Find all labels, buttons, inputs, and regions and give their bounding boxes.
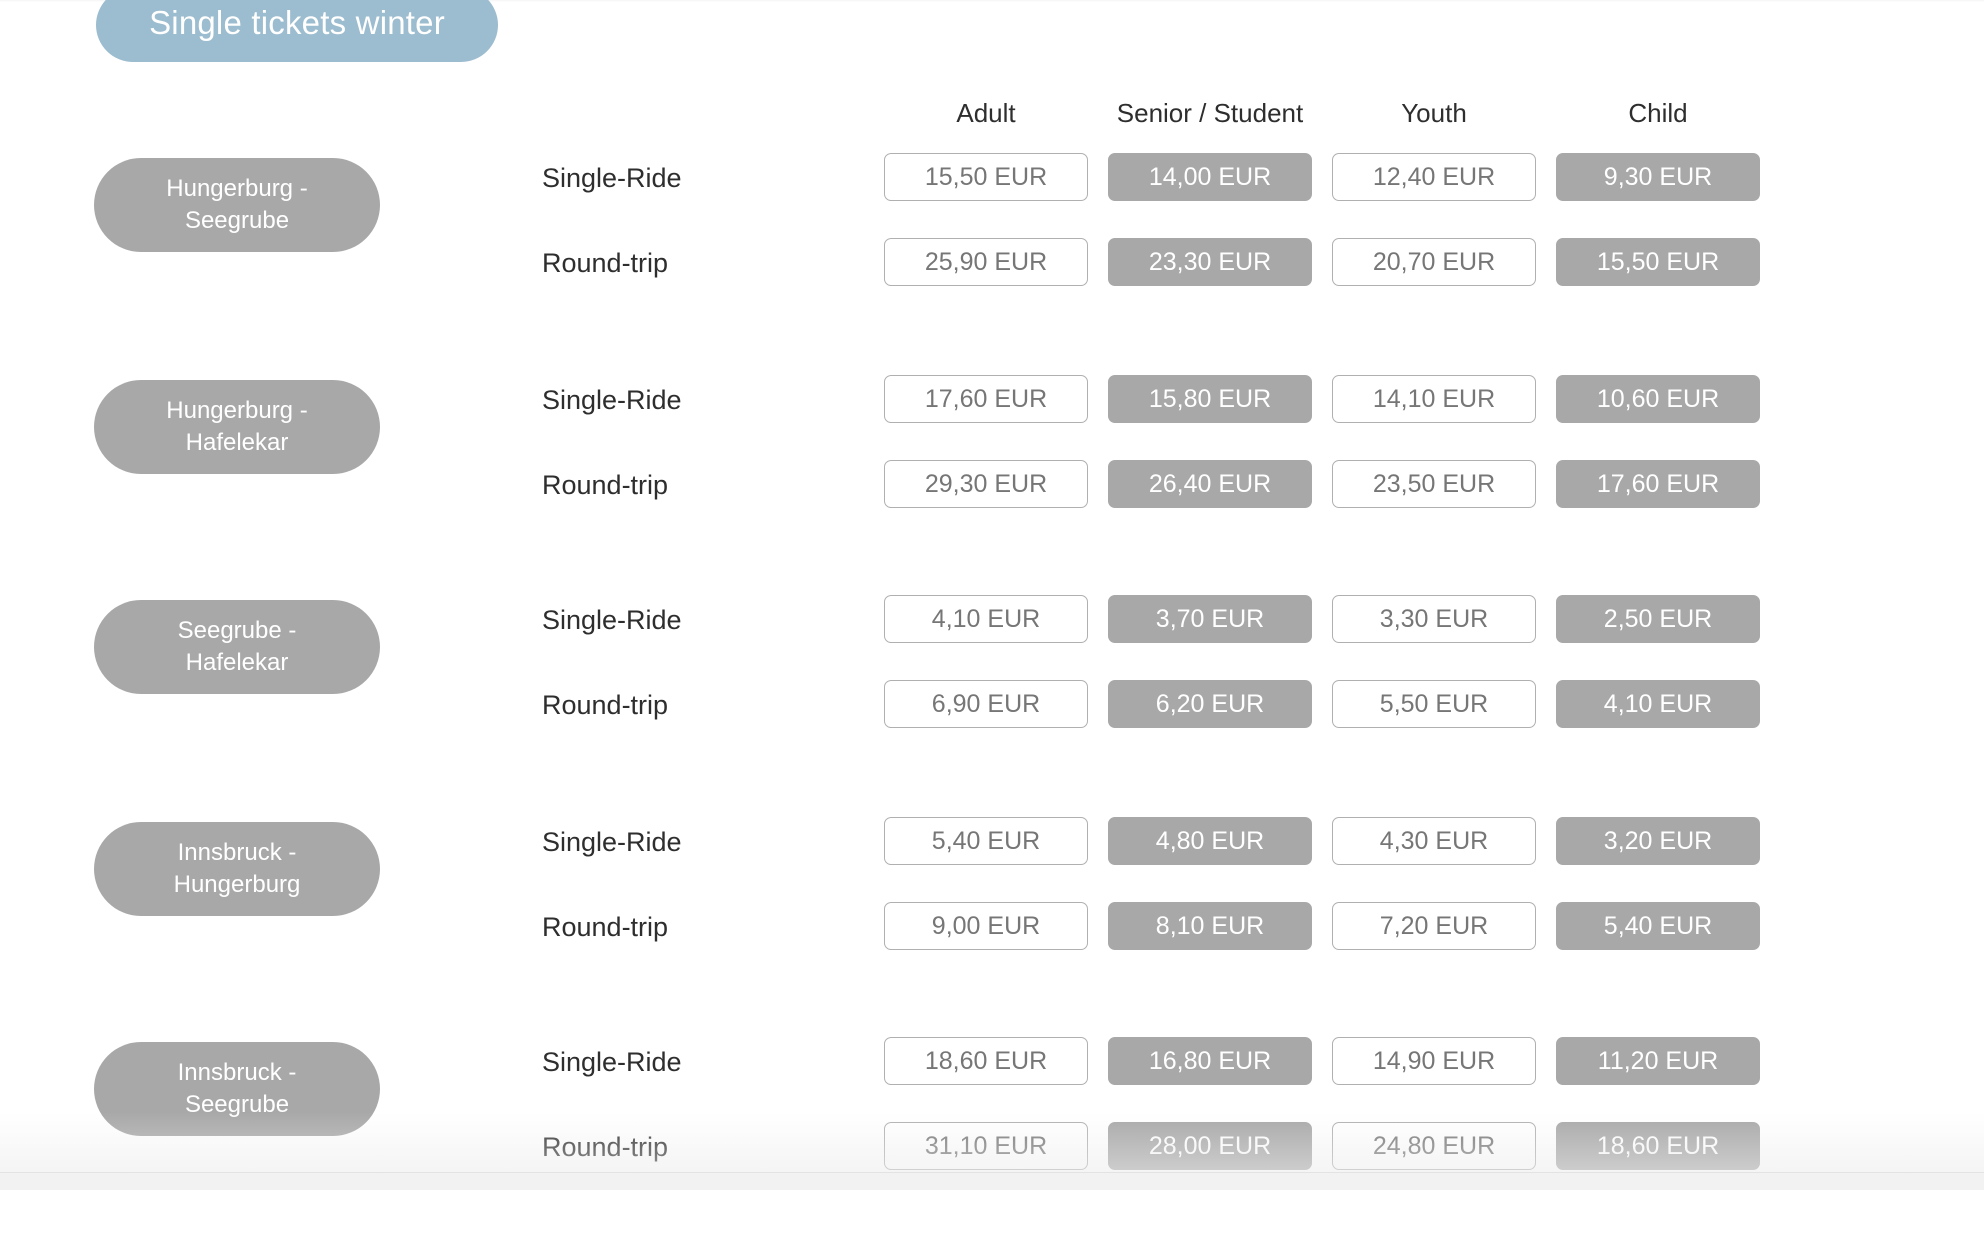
price-table-page: Single tickets winter Adult Senior / Stu…	[0, 0, 1984, 1190]
route-pill[interactable]: Seegrube - Hafelekar	[94, 600, 380, 694]
route-group: Seegrube - Hafelekar Single-Ride Round-t…	[0, 582, 1984, 802]
route-label-line1: Hungerburg -	[166, 397, 308, 424]
ticket-type-label: Single-Ride	[542, 1047, 682, 1077]
price-cell-adult[interactable]: 18,60 EUR	[884, 1037, 1088, 1085]
price-cell-child[interactable]: 9,30 EUR	[1556, 153, 1760, 201]
price-cell-adult[interactable]: 4,10 EUR	[884, 595, 1088, 643]
route-label-line1: Hungerburg -	[166, 175, 308, 202]
price-cell-senior-student[interactable]: 6,20 EUR	[1108, 680, 1312, 728]
price-cell-adult[interactable]: 15,50 EUR	[884, 153, 1088, 201]
price-cell-child[interactable]: 18,60 EUR	[1556, 1122, 1760, 1170]
route-group: Hungerburg - Seegrube Single-Ride Round-…	[0, 140, 1984, 360]
price-row: 6,90 EUR 6,20 EUR 5,50 EUR 4,10 EUR	[884, 680, 1784, 728]
route-label-line1: Seegrube -	[177, 617, 297, 644]
price-row: 4,10 EUR 3,70 EUR 3,30 EUR 2,50 EUR	[884, 595, 1784, 643]
route-group: Innsbruck - Seegrube Single-Ride Round-t…	[0, 1024, 1984, 1244]
price-cell-adult[interactable]: 29,30 EUR	[884, 460, 1088, 508]
column-header-youth: Youth	[1401, 98, 1467, 128]
column-header-row: Adult Senior / Student Youth Child	[884, 98, 1784, 132]
route-label-line1: Innsbruck -	[177, 839, 297, 866]
price-cell-senior-student[interactable]: 14,00 EUR	[1108, 153, 1312, 201]
price-cell-youth[interactable]: 5,50 EUR	[1332, 680, 1536, 728]
ticket-type-label: Round-trip	[542, 470, 669, 500]
route-group: Innsbruck - Hungerburg Single-Ride Round…	[0, 804, 1984, 1024]
price-cell-youth[interactable]: 3,30 EUR	[1332, 595, 1536, 643]
ticket-type-label: Single-Ride	[542, 385, 682, 415]
price-cell-youth[interactable]: 14,10 EUR	[1332, 375, 1536, 423]
price-cell-adult[interactable]: 9,00 EUR	[884, 902, 1088, 950]
route-pill[interactable]: Hungerburg - Hafelekar	[94, 380, 380, 474]
bottom-edge-band	[0, 1172, 1984, 1190]
price-row: 29,30 EUR 26,40 EUR 23,50 EUR 17,60 EUR	[884, 460, 1784, 508]
route-pill[interactable]: Innsbruck - Seegrube	[94, 1042, 380, 1136]
price-cell-youth[interactable]: 7,20 EUR	[1332, 902, 1536, 950]
column-header-adult: Adult	[956, 98, 1016, 128]
price-cell-senior-student[interactable]: 8,10 EUR	[1108, 902, 1312, 950]
price-cell-youth[interactable]: 20,70 EUR	[1332, 238, 1536, 286]
price-cell-adult[interactable]: 17,60 EUR	[884, 375, 1088, 423]
price-cell-senior-student[interactable]: 28,00 EUR	[1108, 1122, 1312, 1170]
price-cell-adult[interactable]: 31,10 EUR	[884, 1122, 1088, 1170]
price-cell-child[interactable]: 5,40 EUR	[1556, 902, 1760, 950]
price-cell-senior-student[interactable]: 3,70 EUR	[1108, 595, 1312, 643]
route-group: Hungerburg - Hafelekar Single-Ride Round…	[0, 362, 1984, 582]
route-pill[interactable]: Innsbruck - Hungerburg	[94, 822, 380, 916]
price-cell-child[interactable]: 2,50 EUR	[1556, 595, 1760, 643]
price-row: 17,60 EUR 15,80 EUR 14,10 EUR 10,60 EUR	[884, 375, 1784, 423]
route-label-line1: Innsbruck -	[177, 1059, 297, 1086]
column-header-child: Child	[1628, 98, 1688, 128]
price-cell-child[interactable]: 4,10 EUR	[1556, 680, 1760, 728]
price-cell-child[interactable]: 10,60 EUR	[1556, 375, 1760, 423]
route-label-line2: Seegrube	[184, 1091, 290, 1118]
ticket-type-label: Round-trip	[542, 690, 669, 720]
price-cell-child[interactable]: 17,60 EUR	[1556, 460, 1760, 508]
price-cell-child[interactable]: 3,20 EUR	[1556, 817, 1760, 865]
price-cell-youth[interactable]: 4,30 EUR	[1332, 817, 1536, 865]
price-cell-senior-student[interactable]: 4,80 EUR	[1108, 817, 1312, 865]
route-label-line2: Hafelekar	[185, 649, 289, 676]
price-cell-youth[interactable]: 14,90 EUR	[1332, 1037, 1536, 1085]
price-row: 25,90 EUR 23,30 EUR 20,70 EUR 15,50 EUR	[884, 238, 1784, 286]
price-cell-child[interactable]: 15,50 EUR	[1556, 238, 1760, 286]
ticket-type-label: Single-Ride	[542, 163, 682, 193]
price-cell-adult[interactable]: 25,90 EUR	[884, 238, 1088, 286]
price-cell-senior-student[interactable]: 26,40 EUR	[1108, 460, 1312, 508]
price-cell-youth[interactable]: 23,50 EUR	[1332, 460, 1536, 508]
price-cell-senior-student[interactable]: 16,80 EUR	[1108, 1037, 1312, 1085]
price-row: 9,00 EUR 8,10 EUR 7,20 EUR 5,40 EUR	[884, 902, 1784, 950]
ticket-type-label: Round-trip	[542, 248, 669, 278]
price-cell-youth[interactable]: 24,80 EUR	[1332, 1122, 1536, 1170]
ticket-type-label: Round-trip	[542, 1132, 669, 1162]
price-cell-adult[interactable]: 6,90 EUR	[884, 680, 1088, 728]
page-title: Single tickets winter	[149, 4, 445, 41]
route-label-line2: Hungerburg	[173, 871, 301, 898]
route-label-line2: Hafelekar	[185, 429, 289, 456]
price-cell-adult[interactable]: 5,40 EUR	[884, 817, 1088, 865]
page-title-badge: Single tickets winter	[96, 0, 498, 62]
route-pill[interactable]: Hungerburg - Seegrube	[94, 158, 380, 252]
route-label-line2: Seegrube	[184, 207, 290, 234]
price-row: 18,60 EUR 16,80 EUR 14,90 EUR 11,20 EUR	[884, 1037, 1784, 1085]
price-cell-child[interactable]: 11,20 EUR	[1556, 1037, 1760, 1085]
ticket-type-label: Single-Ride	[542, 827, 682, 857]
price-cell-senior-student[interactable]: 23,30 EUR	[1108, 238, 1312, 286]
ticket-type-label: Round-trip	[542, 912, 669, 942]
price-row: 31,10 EUR 28,00 EUR 24,80 EUR 18,60 EUR	[884, 1122, 1784, 1170]
price-cell-youth[interactable]: 12,40 EUR	[1332, 153, 1536, 201]
price-row: 5,40 EUR 4,80 EUR 4,30 EUR 3,20 EUR	[884, 817, 1784, 865]
ticket-type-label: Single-Ride	[542, 605, 682, 635]
price-cell-senior-student[interactable]: 15,80 EUR	[1108, 375, 1312, 423]
column-header-senior-student: Senior / Student	[1116, 98, 1304, 128]
price-row: 15,50 EUR 14,00 EUR 12,40 EUR 9,30 EUR	[884, 153, 1784, 201]
